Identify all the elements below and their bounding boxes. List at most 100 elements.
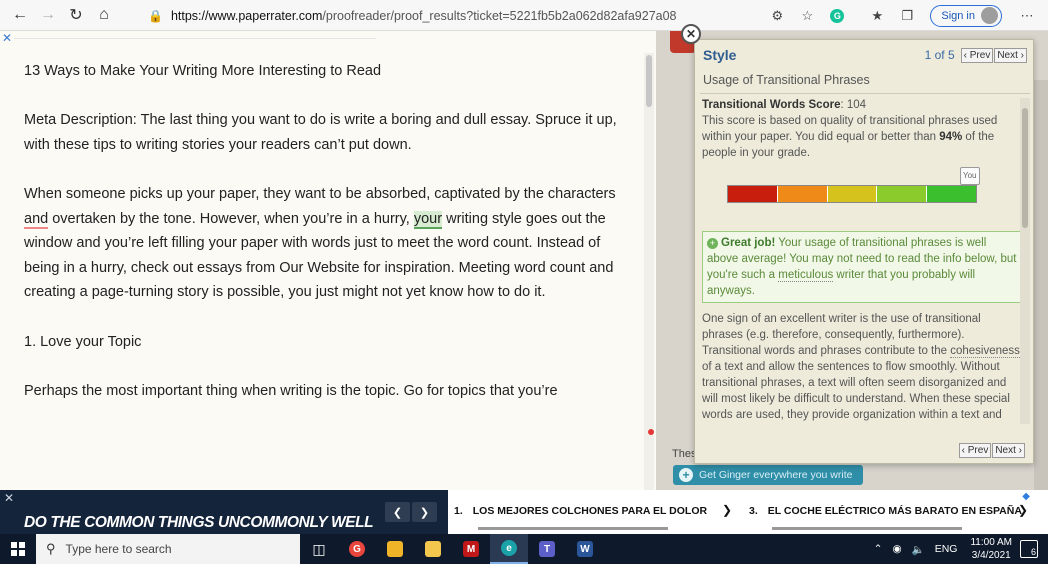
- sign-in-button[interactable]: Sign in: [930, 4, 1002, 27]
- document-scrollbar[interactable]: [644, 53, 654, 490]
- favorite-star-icon[interactable]: ☆: [792, 2, 822, 30]
- avatar-icon: [981, 7, 998, 24]
- great-job-box: + Great job! Your usage of transitional p…: [702, 231, 1022, 303]
- score-value: : 104: [840, 99, 867, 111]
- mcafee-icon[interactable]: M: [452, 534, 490, 564]
- teams-icon[interactable]: T: [528, 534, 566, 564]
- ginger-button[interactable]: + Get Ginger everywhere you write: [673, 465, 863, 485]
- popup-close-icon[interactable]: ✕: [681, 24, 701, 44]
- chevron-right-icon[interactable]: ❯: [722, 503, 732, 517]
- file-explorer-icon[interactable]: [376, 534, 414, 564]
- thes-label: Thes: [672, 448, 697, 460]
- back-arrow-icon[interactable]: ←: [6, 1, 34, 29]
- doc-paragraph-1: When someone picks up your paper, they w…: [24, 182, 624, 305]
- search-placeholder: Type here to search: [65, 542, 172, 556]
- address-bar[interactable]: 🔒 https://www.paperrater.com/proofreader…: [148, 4, 688, 27]
- home-icon[interactable]: ⌂: [90, 1, 118, 29]
- flagged-word-and[interactable]: and: [24, 210, 49, 229]
- document-pane: ✕ 13 Ways to Make Your Writing More Inte…: [0, 31, 656, 490]
- score-bar-segment: [728, 186, 778, 202]
- grammarly-extension-icon[interactable]: G: [822, 2, 852, 30]
- ginger-label: Get Ginger everywhere you write: [699, 469, 853, 481]
- close-icon[interactable]: ✕: [2, 31, 12, 45]
- great-title: Great job!: [721, 237, 776, 249]
- refresh-icon[interactable]: ↻: [62, 1, 90, 29]
- ad-cutoff-text: [772, 527, 962, 530]
- search-icon: ⚲: [46, 541, 56, 556]
- score-bar: [727, 185, 977, 203]
- doc-paragraph-2: Perhaps the most important thing when wr…: [24, 382, 558, 399]
- glossary-word-meticulous[interactable]: meticulous: [778, 269, 834, 282]
- network-icon[interactable]: ◉: [892, 543, 901, 555]
- next-button[interactable]: Next ›: [994, 47, 1027, 63]
- score-bar-wrap: You: [702, 167, 1022, 225]
- plus-icon: +: [679, 468, 693, 482]
- ad-slogan: DO THE COMMON THINGS UNCOMMONLY WELL: [24, 514, 374, 531]
- clock-time: 11:00 AM: [970, 537, 1012, 548]
- chevron-up-icon[interactable]: ⌃: [874, 543, 883, 555]
- ad-nav: ❮ ❯: [385, 502, 439, 522]
- favorites-list-icon[interactable]: ★: [862, 2, 892, 30]
- ad-slogan-panel[interactable]: ✕ DO THE COMMON THINGS UNCOMMONLY WELL ❮…: [0, 490, 448, 534]
- store-icon[interactable]: [414, 534, 452, 564]
- glossary-word-cohesiveness[interactable]: cohesiveness: [950, 345, 1020, 358]
- ad-link-label: LOS MEJORES COLCHONES PARA EL DOLOR: [472, 505, 708, 517]
- ad-link-1[interactable]: 1. LOS MEJORES COLCHONES PARA EL DOLOR: [454, 505, 707, 517]
- lock-icon: 🔒: [148, 8, 163, 23]
- ad-close-icon[interactable]: ✕: [4, 491, 14, 505]
- doc-heading-1: 1. Love your Topic: [24, 333, 142, 350]
- highlighted-word-your[interactable]: your: [413, 210, 443, 229]
- collections-icon[interactable]: ❐: [892, 2, 922, 30]
- taskbar-search[interactable]: ⚲ Type here to search: [36, 534, 300, 564]
- page-scrollbar[interactable]: [1034, 80, 1048, 490]
- notification-count: 6: [1030, 547, 1036, 557]
- forward-arrow-icon[interactable]: →: [34, 1, 62, 29]
- task-view-icon[interactable]: ◫: [300, 534, 338, 564]
- clock[interactable]: 11:00 AM 3/4/2021: [970, 536, 1012, 562]
- word-icon[interactable]: W: [566, 534, 604, 564]
- explanation-text: One sign of an excellent writer is the u…: [702, 311, 1022, 423]
- footer-next-button[interactable]: Next ›: [992, 443, 1025, 458]
- more-menu-icon[interactable]: ⋯: [1012, 2, 1042, 30]
- volume-icon[interactable]: 🔈: [912, 543, 925, 556]
- popup-footer: ‹ Prev Next ›: [958, 443, 1025, 458]
- taskbar: ⚲ Type here to search ◫ G M e T W ⌃ ◉ 🔈 …: [0, 534, 1048, 564]
- style-popup: Style 1 of 5 ‹ Prev Next › Usage of Tran…: [694, 39, 1034, 464]
- ad-info-icon[interactable]: ◆: [1022, 491, 1030, 502]
- footer-prev-button[interactable]: ‹ Prev: [958, 443, 992, 458]
- chrome-icon[interactable]: G: [338, 534, 376, 564]
- url-host: https://www.paperrater.com: [170, 8, 323, 23]
- popup-body: Transitional Words Score: 104 This score…: [700, 97, 1022, 423]
- scroll-thumb[interactable]: [646, 55, 652, 107]
- popup-title: Style: [703, 47, 737, 63]
- language-indicator[interactable]: ENG: [935, 543, 958, 555]
- browser-toolbar: ← → ↻ ⌂ 🔒 https://www.paperrater.com/pro…: [0, 0, 1048, 31]
- scroll-thumb[interactable]: [1022, 108, 1028, 228]
- chevron-right-icon[interactable]: ❯: [412, 502, 437, 522]
- chevron-right-icon[interactable]: ❯: [1018, 503, 1028, 517]
- notification-icon[interactable]: 6: [1020, 540, 1038, 558]
- edge-icon[interactable]: e: [490, 534, 528, 564]
- tracking-icon[interactable]: ⚙: [762, 2, 792, 30]
- prev-button[interactable]: ‹ Prev: [960, 47, 994, 63]
- text-run: When someone picks up your paper, they w…: [24, 185, 616, 202]
- score-line: Transitional Words Score: 104: [702, 97, 1022, 113]
- ad-cutoff-text: [478, 527, 668, 530]
- popup-subtitle: Usage of Transitional Phrases: [703, 73, 870, 87]
- document-text: 13 Ways to Make Your Writing More Intere…: [24, 59, 624, 428]
- text-run: overtaken by the tone. However, when you…: [48, 210, 414, 227]
- ad-link-number: 3.: [749, 505, 758, 517]
- popup-scrollbar[interactable]: [1020, 98, 1030, 424]
- score-description: This score is based on quality of transi…: [702, 113, 1022, 161]
- popup-header: Style 1 of 5 ‹ Prev Next ›: [695, 40, 1033, 70]
- system-tray: ⌃ ◉ 🔈 ENG 11:00 AM 3/4/2021 6: [869, 534, 1048, 564]
- score-bar-segment: [827, 186, 878, 202]
- score-bar-segment: [777, 186, 828, 202]
- plus-circle-icon: +: [707, 238, 718, 249]
- text-run: of a text and allow the sentences to flo…: [702, 361, 1010, 421]
- windows-start-icon[interactable]: [0, 534, 36, 564]
- score-bar-segment: [927, 186, 976, 202]
- chevron-left-icon[interactable]: ❮: [385, 502, 410, 522]
- ad-link-3[interactable]: 3. EL COCHE ELÉCTRICO MÁS BARATO EN ESPAÑ…: [749, 505, 1022, 517]
- browser-actions: ⚙ ☆ G ★ ❐ Sign in ⋯: [762, 0, 1048, 31]
